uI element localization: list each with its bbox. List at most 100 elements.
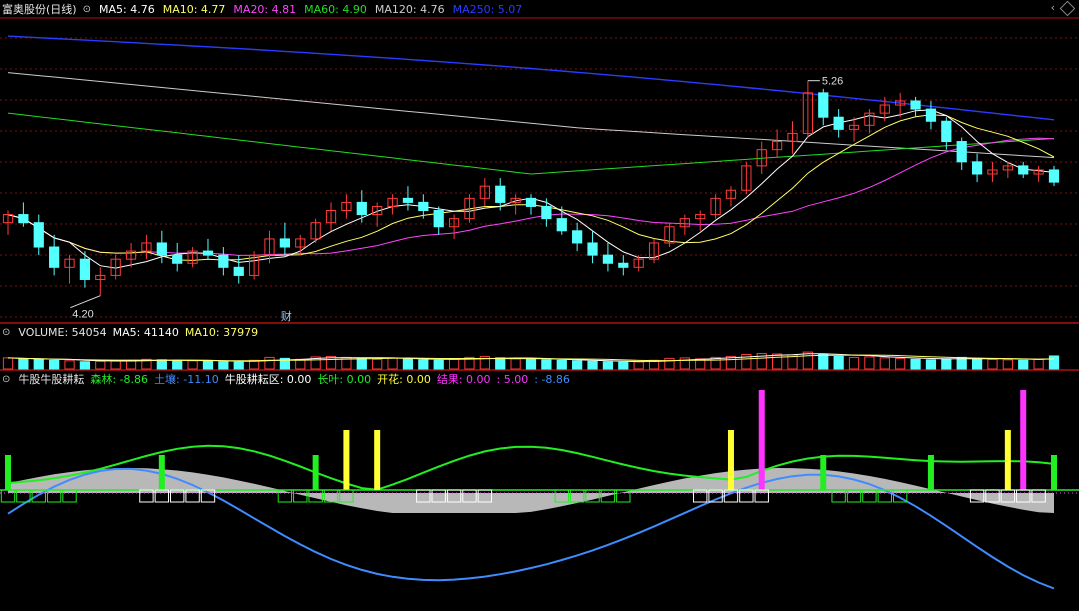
volume-bar <box>802 351 813 370</box>
candle-body <box>925 108 937 122</box>
volume-bar <box>664 357 675 370</box>
volume-bar <box>95 360 106 370</box>
volume-bar <box>448 358 460 370</box>
volume-bar <box>172 359 183 370</box>
volume-bar <box>572 360 583 370</box>
volume-bar <box>1048 355 1060 370</box>
volume-bar <box>587 360 598 370</box>
volume-bar <box>925 359 937 370</box>
volume-bar <box>264 356 275 370</box>
volume-bar <box>1018 359 1029 370</box>
volume-bar <box>941 358 952 370</box>
volume-bar <box>879 357 890 370</box>
volume-bar <box>18 358 29 370</box>
volume-bar <box>187 360 198 370</box>
signal-bar <box>727 430 734 490</box>
volume-bar <box>895 357 906 370</box>
candle-body <box>18 214 29 224</box>
candle-body <box>910 100 921 110</box>
high-price-label: 5.26 <box>822 76 843 88</box>
candle-body <box>172 254 183 264</box>
volume-bar <box>910 358 921 370</box>
candle-body <box>541 205 552 220</box>
event-marker: 财 <box>281 309 292 323</box>
candle-body <box>495 185 506 203</box>
volume-bar <box>295 358 306 370</box>
candle-body <box>956 141 967 163</box>
candle-body <box>941 120 952 143</box>
candle-body <box>202 250 214 256</box>
candle-body <box>79 258 91 280</box>
signal-bar <box>158 455 165 490</box>
candle-body <box>572 230 583 244</box>
volume-bar <box>218 361 229 370</box>
ma250-line <box>7 35 1055 121</box>
candle-body <box>833 116 844 130</box>
candle-body <box>156 242 167 256</box>
volume-bar <box>33 358 44 370</box>
candle-body <box>279 238 290 248</box>
volume-bar <box>525 358 537 370</box>
candle-body <box>233 266 244 276</box>
volume-bar <box>864 356 875 370</box>
volume-bar <box>848 356 860 370</box>
volume-bar <box>833 355 844 370</box>
signal-bar <box>927 455 934 490</box>
volume-bar <box>372 358 383 370</box>
signal-bar <box>312 455 319 490</box>
volume-bar <box>156 359 167 370</box>
volume-bar <box>418 359 429 370</box>
candle-body <box>218 254 229 268</box>
signal-bar <box>758 390 765 490</box>
volume-bar <box>387 357 398 370</box>
signal-bar <box>343 430 350 490</box>
candle-body <box>602 254 614 264</box>
volume-bar <box>633 361 644 370</box>
signal-bar <box>1004 430 1011 490</box>
volume-bar <box>125 359 137 370</box>
volume-bar <box>618 361 629 370</box>
candle-body <box>1018 165 1029 175</box>
signal-bar <box>1051 455 1057 490</box>
volume-bar <box>495 357 506 370</box>
ma10-line <box>7 114 1055 261</box>
volume-bar <box>1033 358 1044 370</box>
candle-body <box>49 246 60 268</box>
candle-body <box>556 218 567 232</box>
volume-bar <box>202 360 214 370</box>
volume-bar <box>64 360 75 370</box>
volume-bar <box>818 354 829 370</box>
stock-chart[interactable]: 5.26 4.20 财 <box>0 0 1079 611</box>
volume-bar <box>541 359 552 370</box>
signal-bar <box>820 455 827 490</box>
volume-bar <box>510 358 521 370</box>
volume-bar <box>233 361 244 370</box>
low-price-label: 4.20 <box>72 309 93 321</box>
volume-bar <box>356 357 367 370</box>
low-pointer <box>70 295 101 309</box>
candle-body <box>1048 169 1060 183</box>
volume-bar <box>433 359 444 370</box>
candle-body <box>402 197 414 203</box>
candle-body <box>356 201 367 216</box>
volume-bar <box>110 360 121 370</box>
candle-body <box>418 201 429 212</box>
candle-body <box>33 222 44 248</box>
volume-bar <box>987 358 998 370</box>
signal-box <box>293 489 308 503</box>
volume-bar <box>1002 359 1013 370</box>
signal-bar <box>5 455 11 490</box>
signal-bar <box>1020 390 1027 490</box>
candle-body <box>587 242 598 256</box>
volume-bar <box>2 357 14 370</box>
candle-body <box>818 92 829 118</box>
volume-bar <box>971 357 983 370</box>
volume-bar <box>602 361 614 370</box>
volume-bar <box>556 359 567 370</box>
candle-body <box>618 262 629 268</box>
candle-body <box>525 197 537 207</box>
volume-bar <box>772 353 783 370</box>
candle-body <box>433 210 444 228</box>
volume-bar <box>49 359 60 370</box>
volume-bar <box>79 361 91 370</box>
